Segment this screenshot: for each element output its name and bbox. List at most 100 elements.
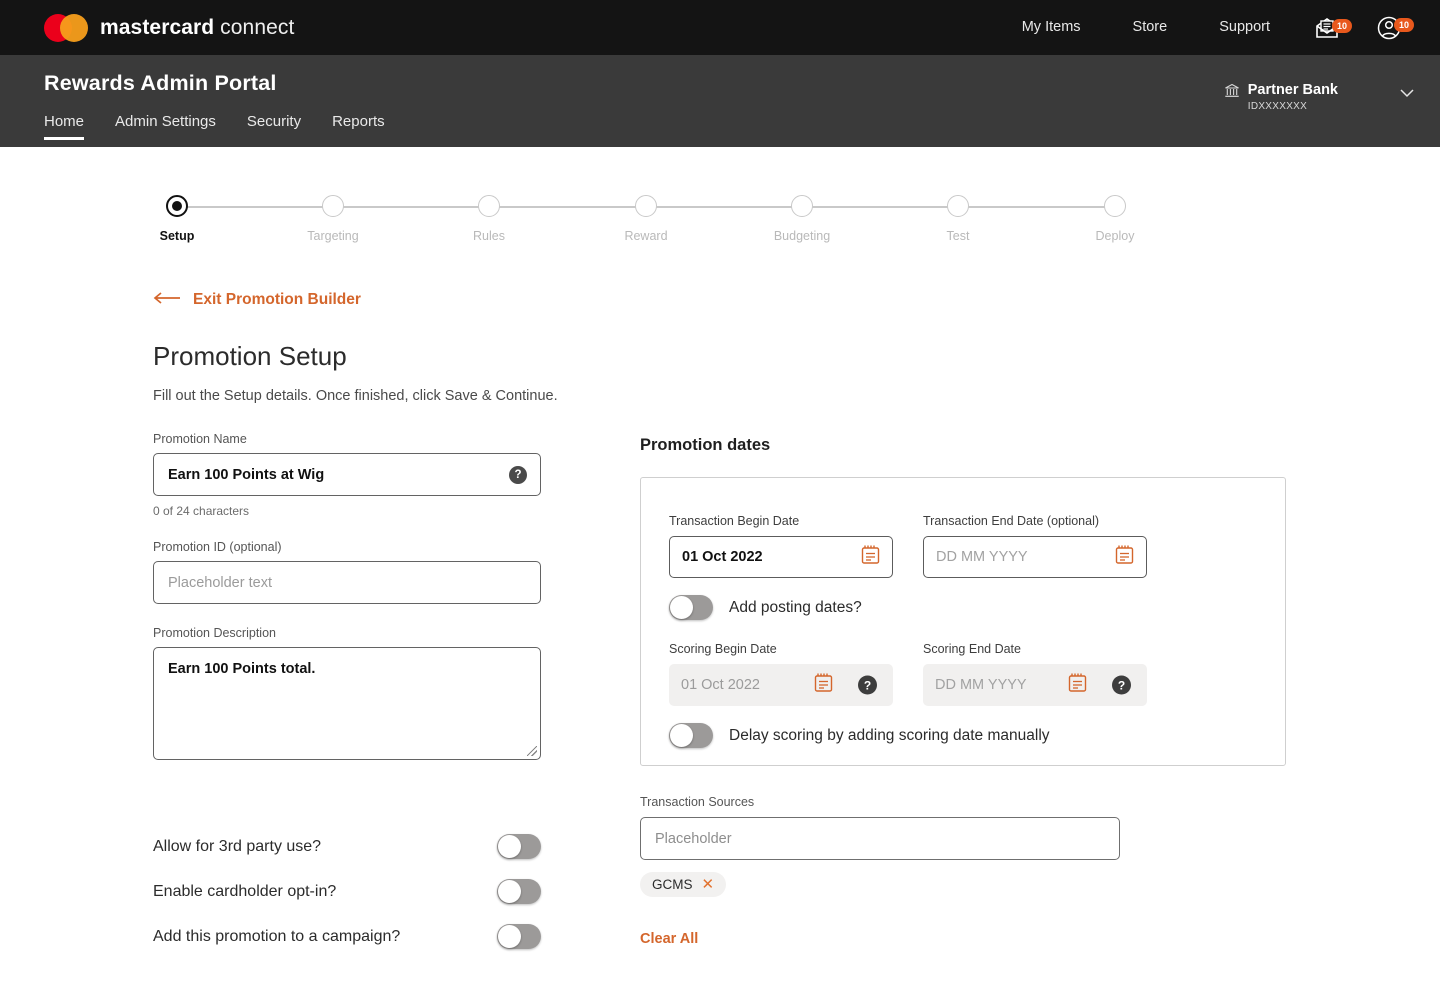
help-icon[interactable]: ? bbox=[858, 676, 877, 695]
chevron-down-icon[interactable] bbox=[1400, 85, 1414, 103]
promotion-name-input[interactable]: Earn 100 Points at Wig ? bbox=[153, 453, 541, 496]
calendar-icon[interactable] bbox=[1115, 545, 1134, 570]
resize-handle[interactable] bbox=[527, 746, 537, 756]
scoring-begin-group: Scoring Begin Date 01 Oct 2022 bbox=[669, 642, 893, 706]
transaction-date-row: Transaction Begin Date 01 Oct 2022 bbox=[669, 514, 1257, 578]
exit-promotion-builder-link[interactable]: Exit Promotion Builder bbox=[153, 291, 361, 309]
section-title-promotion-setup: Promotion Setup bbox=[153, 341, 347, 372]
step-label-targeting: Targeting bbox=[273, 229, 393, 243]
promotion-id-input[interactable]: Placeholder text bbox=[153, 561, 541, 604]
promotion-name-charcount: 0 of 24 characters bbox=[153, 504, 541, 518]
org-info: Partner Bank IDXXXXXXX bbox=[1248, 81, 1338, 112]
page-title-portal: Rewards Admin Portal bbox=[44, 71, 277, 96]
promotion-description-textarea[interactable]: Earn 100 Points total. bbox=[153, 647, 541, 760]
promotion-builder-stepper: Setup Targeting Rules Reward Budgeting T… bbox=[0, 190, 1440, 260]
bank-icon bbox=[1224, 83, 1240, 104]
help-icon[interactable]: ? bbox=[1112, 676, 1131, 695]
clear-all-button[interactable]: Clear All bbox=[640, 931, 698, 947]
step-node-test bbox=[947, 195, 969, 217]
brand-logo[interactable]: mastercard connect bbox=[44, 14, 294, 42]
promotion-dates-panel: Transaction Begin Date 01 Oct 2022 bbox=[640, 477, 1286, 766]
tab-security[interactable]: Security bbox=[247, 113, 301, 140]
brand-name-bold: mastercard bbox=[100, 16, 214, 39]
promotion-description-field-group: Promotion Description Earn 100 Points to… bbox=[153, 626, 541, 760]
step-label-setup: Setup bbox=[117, 229, 237, 243]
option-row-add-to-campaign: Add this promotion to a campaign? bbox=[153, 914, 541, 959]
transaction-sources-chip-list: GCMS ✕ bbox=[640, 872, 1120, 897]
option-row-cardholder-optin: Enable cardholder opt-in? bbox=[153, 869, 541, 914]
mastercard-logo-icon bbox=[44, 14, 88, 42]
tab-reports[interactable]: Reports bbox=[332, 113, 385, 140]
option-label-cardholder-optin: Enable cardholder opt-in? bbox=[153, 883, 336, 901]
promotion-description-value: Earn 100 Points total. bbox=[168, 661, 315, 677]
transaction-sources-group: Transaction Sources Placeholder GCMS ✕ C… bbox=[640, 795, 1120, 948]
brand-wordmark: mastercard connect bbox=[100, 16, 294, 40]
step-test[interactable]: Test bbox=[898, 190, 1018, 243]
section-subtitle: Fill out the Setup details. Once finishe… bbox=[153, 388, 558, 404]
transaction-end-input[interactable]: DD MM YYYY bbox=[923, 536, 1147, 578]
transaction-sources-placeholder: Placeholder bbox=[655, 831, 732, 847]
close-icon[interactable]: ✕ bbox=[702, 877, 715, 892]
option-label-third-party: Allow for 3rd party use? bbox=[153, 838, 321, 856]
calendar-icon[interactable] bbox=[861, 545, 880, 570]
toggle-cardholder-optin[interactable] bbox=[497, 879, 541, 904]
topnav-item-my-items[interactable]: My Items bbox=[996, 0, 1107, 55]
scoring-begin-value: 01 Oct 2022 bbox=[681, 677, 760, 693]
step-setup[interactable]: Setup bbox=[117, 190, 237, 243]
arrow-left-icon bbox=[153, 291, 181, 309]
step-node-setup bbox=[166, 195, 188, 217]
app-tabs: Home Admin Settings Security Reports bbox=[44, 113, 385, 140]
topnav-item-store[interactable]: Store bbox=[1107, 0, 1194, 55]
transaction-begin-value: 01 Oct 2022 bbox=[682, 549, 763, 565]
step-rules[interactable]: Rules bbox=[429, 190, 549, 243]
step-targeting[interactable]: Targeting bbox=[273, 190, 393, 243]
app-sub-header: Rewards Admin Portal Home Admin Settings… bbox=[0, 55, 1440, 147]
setup-options-toggles: Allow for 3rd party use? Enable cardhold… bbox=[153, 824, 541, 959]
account-badge: 10 bbox=[1394, 18, 1414, 32]
scoring-end-placeholder: DD MM YYYY bbox=[935, 677, 1027, 693]
step-label-deploy: Deploy bbox=[1055, 229, 1175, 243]
tab-admin-settings[interactable]: Admin Settings bbox=[115, 113, 216, 140]
step-reward[interactable]: Reward bbox=[586, 190, 706, 243]
step-label-budgeting: Budgeting bbox=[742, 229, 862, 243]
toggle-third-party-use[interactable] bbox=[497, 834, 541, 859]
account-button[interactable]: 10 bbox=[1358, 15, 1440, 41]
chip-gcms[interactable]: GCMS ✕ bbox=[640, 872, 726, 897]
topnav-item-support[interactable]: Support bbox=[1193, 0, 1296, 55]
global-top-bar: mastercard connect My Items Store Suppor… bbox=[0, 0, 1440, 55]
option-label-add-to-campaign: Add this promotion to a campaign? bbox=[153, 928, 400, 946]
chip-gcms-label: GCMS bbox=[652, 877, 693, 892]
scoring-end-group: Scoring End Date DD MM YYYY bbox=[923, 642, 1147, 706]
add-posting-dates-row: Add posting dates? bbox=[669, 595, 1257, 620]
toggle-add-posting-dates[interactable] bbox=[669, 595, 713, 620]
tab-home[interactable]: Home bbox=[44, 113, 84, 140]
org-switcher[interactable]: Partner Bank IDXXXXXXX bbox=[1224, 81, 1414, 112]
toggle-delay-scoring[interactable] bbox=[669, 723, 713, 748]
scoring-end-label: Scoring End Date bbox=[923, 642, 1147, 656]
step-node-targeting bbox=[322, 195, 344, 217]
transaction-begin-group: Transaction Begin Date 01 Oct 2022 bbox=[669, 514, 893, 578]
step-budgeting[interactable]: Budgeting bbox=[742, 190, 862, 243]
transaction-end-group: Transaction End Date (optional) DD MM YY… bbox=[923, 514, 1147, 578]
step-node-deploy bbox=[1104, 195, 1126, 217]
messages-button[interactable]: 10 bbox=[1296, 16, 1358, 40]
promotion-name-label: Promotion Name bbox=[153, 432, 541, 446]
org-id: IDXXXXXXX bbox=[1248, 101, 1338, 112]
org-name: Partner Bank bbox=[1248, 81, 1338, 99]
messages-badge: 10 bbox=[1332, 19, 1352, 33]
promotion-dates-column: Promotion dates Transaction Begin Date 0… bbox=[640, 436, 1286, 766]
brand-name-light: connect bbox=[220, 16, 294, 39]
scoring-end-input: DD MM YYYY ? bbox=[923, 664, 1147, 706]
help-icon[interactable]: ? bbox=[509, 466, 527, 484]
transaction-begin-input[interactable]: 01 Oct 2022 bbox=[669, 536, 893, 578]
step-deploy[interactable]: Deploy bbox=[1055, 190, 1175, 243]
transaction-sources-label: Transaction Sources bbox=[640, 795, 1120, 809]
scoring-date-row: Scoring Begin Date 01 Oct 2022 bbox=[669, 642, 1257, 706]
transaction-sources-input[interactable]: Placeholder bbox=[640, 817, 1120, 860]
step-label-test: Test bbox=[898, 229, 1018, 243]
calendar-icon bbox=[1068, 673, 1087, 698]
toggle-add-to-campaign[interactable] bbox=[497, 924, 541, 949]
delay-scoring-label: Delay scoring by adding scoring date man… bbox=[729, 727, 1050, 745]
promotion-name-value: Earn 100 Points at Wig bbox=[168, 467, 324, 483]
promotion-id-placeholder: Placeholder text bbox=[168, 575, 272, 591]
